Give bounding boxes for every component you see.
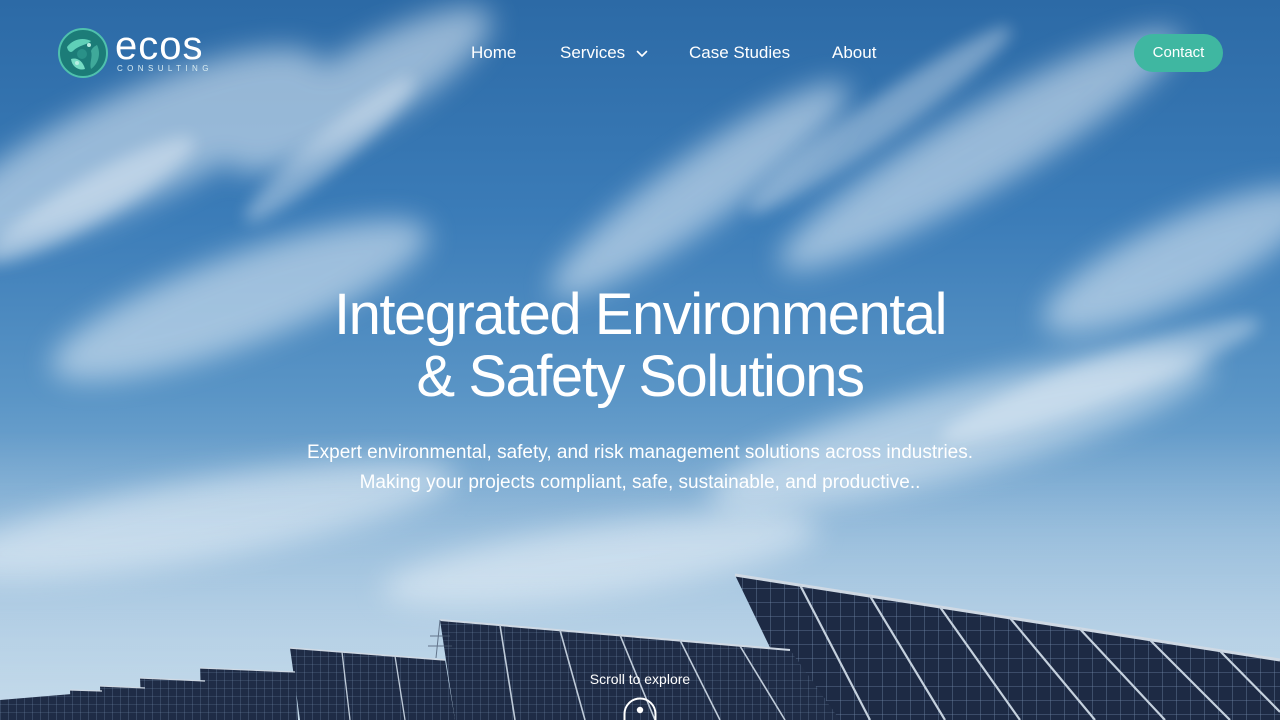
nav-item-about[interactable]: About: [832, 42, 876, 64]
mouse-scroll-icon[interactable]: [623, 697, 657, 720]
hero-subtext-line-2: Making your projects compliant, safe, su…: [359, 472, 921, 493]
brand-logo[interactable]: ecos CONSULTING: [57, 24, 227, 79]
hero-subtext-line-1: Expert environmental, safety, and risk m…: [306, 442, 974, 463]
hero-subtext: Expert environmental, safety, and risk m…: [140, 438, 1140, 498]
hero-section: ecos CONSULTING Home Services Case Studi…: [0, 0, 1280, 720]
chevron-down-icon: [636, 50, 648, 57]
nav-item-case-studies[interactable]: Case Studies: [689, 42, 790, 64]
hero-headline-line-1: Integrated Environmental: [333, 282, 948, 347]
brand-tagline: CONSULTING: [117, 64, 213, 73]
brand-name: ecos: [115, 24, 204, 68]
globe-leaf-mark-icon: [58, 28, 108, 78]
hero-headline-line-2: & Safety Solutions: [416, 344, 865, 409]
nav-item-label: Home: [471, 43, 517, 62]
contact-button[interactable]: Contact: [1134, 34, 1223, 72]
nav-item-services[interactable]: Services: [560, 42, 648, 64]
hero-headline: Integrated Environmental & Safety Soluti…: [140, 284, 1140, 408]
scroll-to-explore-label[interactable]: Scroll to explore: [540, 669, 740, 689]
nav-item-home[interactable]: Home: [471, 42, 516, 64]
nav-item-label: About: [832, 43, 877, 62]
nav-item-label: Case Studies: [689, 43, 791, 62]
nav-item-label: Services: [560, 43, 626, 62]
